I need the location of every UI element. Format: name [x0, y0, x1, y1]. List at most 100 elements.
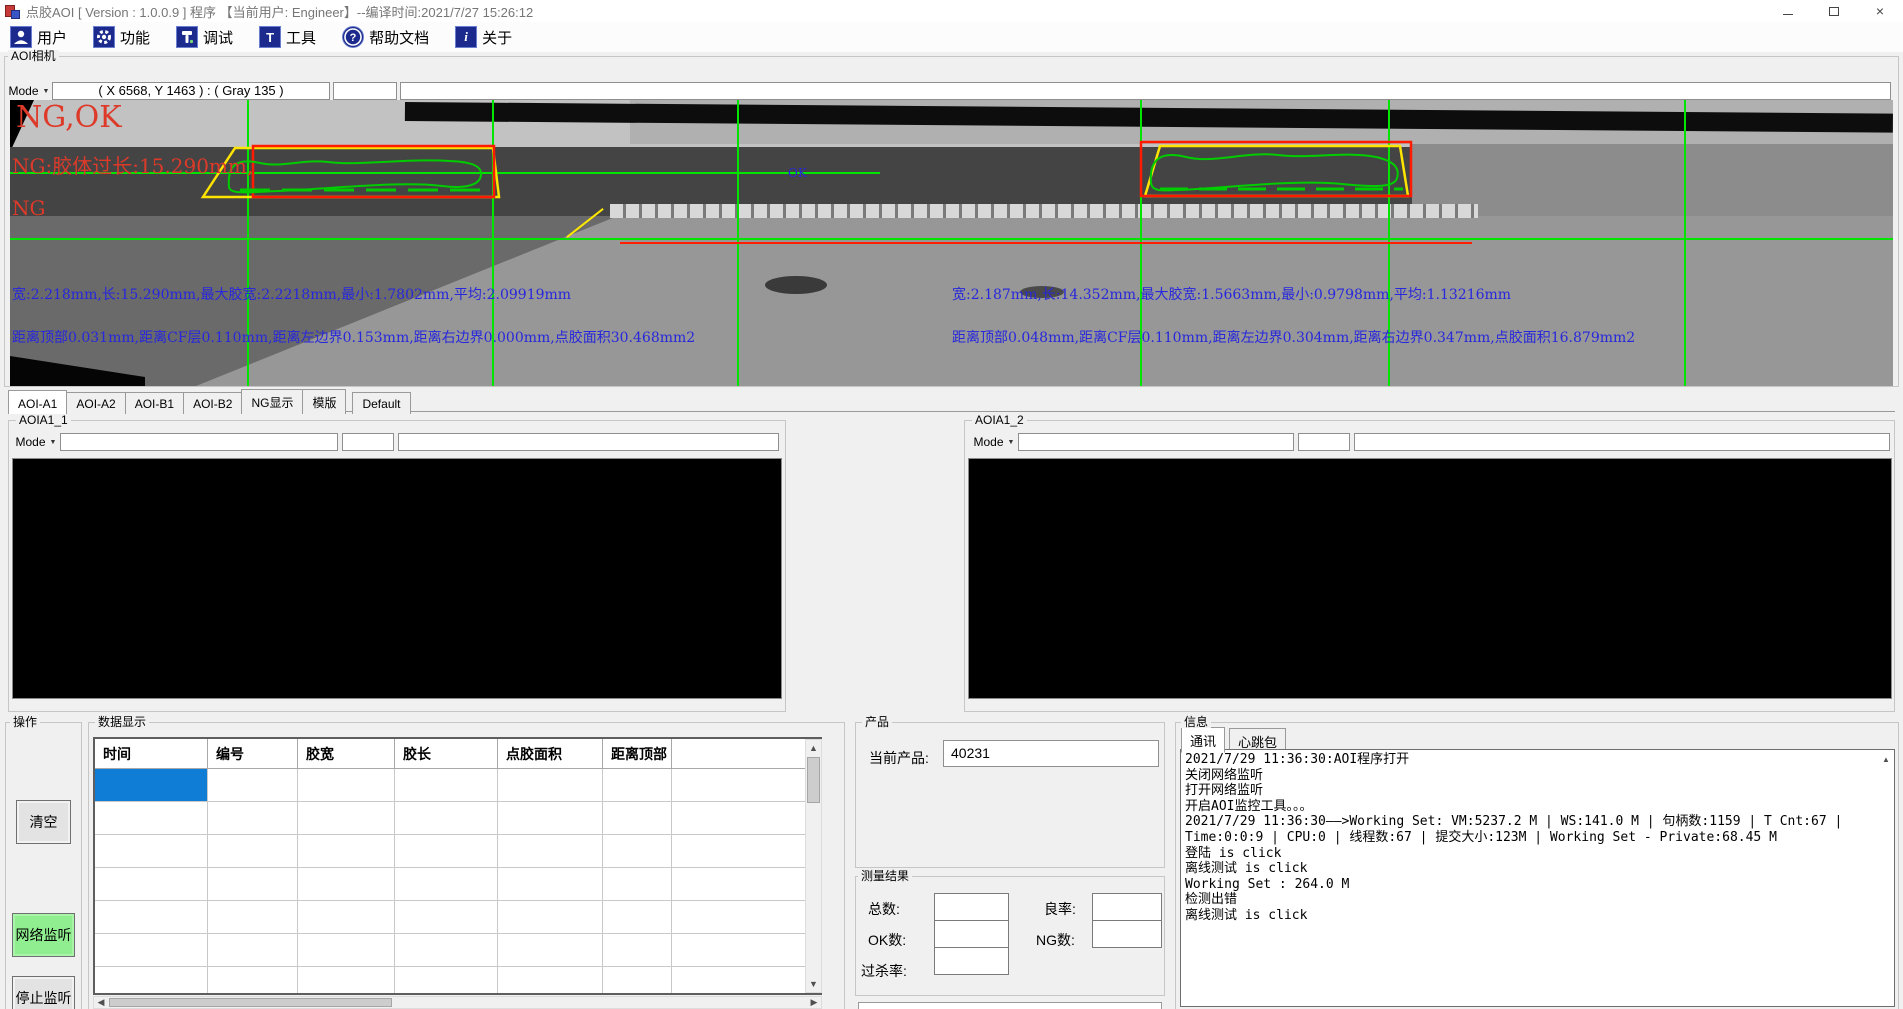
table-cell[interactable]: [603, 769, 672, 802]
table-cell[interactable]: [298, 967, 395, 995]
table-row[interactable]: [95, 802, 820, 835]
table-cell[interactable]: [395, 769, 498, 802]
panel1-mode-dropdown[interactable]: Mode▼: [14, 433, 58, 451]
panel1-image[interactable]: [12, 458, 782, 699]
toolbar-item-help[interactable]: ? 帮助文档: [342, 26, 429, 48]
table-cell[interactable]: [672, 934, 820, 967]
table-cell[interactable]: [208, 967, 298, 995]
panel2-image[interactable]: [968, 458, 1892, 699]
table-row[interactable]: [95, 835, 820, 868]
table-cell[interactable]: [498, 901, 603, 934]
tab-aoi-a2[interactable]: AOI-A2: [66, 392, 125, 414]
tab-aoi-b2[interactable]: AOI-B2: [183, 392, 242, 414]
comms-log[interactable]: 2021/7/29 11:36:30:AOI程序打开 关闭网络监听 打开网络监听…: [1180, 749, 1895, 1007]
tab-comms[interactable]: 通讯: [1181, 727, 1225, 753]
maximize-button[interactable]: [1811, 0, 1857, 22]
table-row[interactable]: [95, 901, 820, 934]
minimize-button[interactable]: [1765, 0, 1811, 22]
yield-field[interactable]: [1092, 893, 1162, 921]
table-cell[interactable]: [498, 835, 603, 868]
log-scroll-up-icon[interactable]: ▲: [1880, 753, 1892, 765]
table-cell[interactable]: [603, 934, 672, 967]
table-cell[interactable]: [672, 901, 820, 934]
table-cell[interactable]: [395, 835, 498, 868]
toolbar-item-user[interactable]: 用户: [10, 26, 67, 48]
pixel-readout-field[interactable]: ( X 6568, Y 1463 ) : ( Gray 135 ): [52, 82, 330, 100]
camera-image[interactable]: NG,OK NG:胶体过长:15.290mm, NG OK 宽:2.218mm,…: [10, 100, 1893, 386]
table-cell[interactable]: [298, 934, 395, 967]
tab-ng-display[interactable]: NG显示: [241, 389, 303, 414]
table-cell[interactable]: [498, 967, 603, 995]
table-cell[interactable]: [672, 967, 820, 995]
tab-aoi-a1[interactable]: AOI-A1: [8, 390, 67, 414]
panel2-field-1[interactable]: [1018, 433, 1294, 451]
table-cell[interactable]: [603, 835, 672, 868]
close-button[interactable]: ×: [1857, 0, 1903, 22]
tab-template[interactable]: 模版: [302, 389, 346, 414]
table-cell[interactable]: [95, 868, 208, 901]
toolbar-item-tools[interactable]: T 工具: [259, 26, 316, 48]
table-cell[interactable]: [95, 901, 208, 934]
table-cell[interactable]: [95, 802, 208, 835]
scroll-right-icon[interactable]: ▶: [807, 997, 821, 1008]
table-cell[interactable]: [298, 835, 395, 868]
table-cell[interactable]: [672, 769, 820, 802]
hscroll-thumb[interactable]: [109, 998, 392, 1007]
table-cell[interactable]: [95, 934, 208, 967]
clear-button[interactable]: 清空: [16, 800, 71, 844]
camera-mode-dropdown[interactable]: Mode▼: [8, 82, 50, 100]
table-cell[interactable]: [603, 967, 672, 995]
table-cell[interactable]: [672, 868, 820, 901]
col-glue-width[interactable]: 胶宽: [298, 739, 395, 769]
table-cell[interactable]: [395, 901, 498, 934]
scroll-down-icon[interactable]: ▼: [806, 976, 821, 992]
table-cell[interactable]: [298, 802, 395, 835]
table-cell[interactable]: [95, 835, 208, 868]
table-row[interactable]: [95, 934, 820, 967]
toolbar-item-about[interactable]: i 关于: [455, 26, 512, 48]
tab-aoi-b1[interactable]: AOI-B1: [125, 392, 184, 414]
table-cell[interactable]: [298, 901, 395, 934]
panel1-field-1[interactable]: [60, 433, 338, 451]
table-cell[interactable]: [395, 868, 498, 901]
table-row[interactable]: [95, 967, 820, 995]
toolbar-item-function[interactable]: 功能: [93, 26, 150, 48]
toolbar-item-debug[interactable]: 调试: [176, 26, 233, 48]
table-cell[interactable]: [298, 868, 395, 901]
stop-listen-button[interactable]: 停止监听: [12, 976, 75, 1009]
camera-field-3[interactable]: [400, 82, 1891, 100]
table-cell[interactable]: [498, 868, 603, 901]
table-cell[interactable]: [498, 769, 603, 802]
table-row[interactable]: [95, 769, 820, 802]
table-cell[interactable]: [395, 802, 498, 835]
table-cell[interactable]: [672, 835, 820, 868]
panel2-field-3[interactable]: [1354, 433, 1890, 451]
panel2-field-2[interactable]: [1298, 433, 1350, 451]
col-glue-area[interactable]: 点胶面积: [498, 739, 603, 769]
camera-field-2[interactable]: [333, 82, 397, 100]
table-cell[interactable]: [395, 967, 498, 995]
table-cell[interactable]: [672, 802, 820, 835]
table-vscrollbar[interactable]: ▲ ▼: [805, 739, 822, 993]
table-cell[interactable]: [603, 868, 672, 901]
table-cell[interactable]: [395, 934, 498, 967]
table-hscrollbar[interactable]: ◀ ▶: [93, 996, 822, 1009]
current-product-field[interactable]: 40231: [943, 740, 1159, 767]
panel1-field-2[interactable]: [342, 433, 394, 451]
table-cell[interactable]: [208, 769, 298, 802]
table-cell[interactable]: [95, 967, 208, 995]
col-dist-top[interactable]: 距离顶部: [603, 739, 672, 769]
ok-count-field[interactable]: [934, 920, 1009, 948]
selected-cell[interactable]: [95, 769, 208, 802]
col-time[interactable]: 时间: [95, 739, 208, 769]
network-listen-button[interactable]: 网络监听: [12, 913, 75, 957]
panel1-field-3[interactable]: [398, 433, 779, 451]
panel2-mode-dropdown[interactable]: Mode▼: [972, 433, 1016, 451]
tab-default[interactable]: Default: [352, 392, 410, 414]
col-glue-length[interactable]: 胶长: [395, 739, 498, 769]
table-cell[interactable]: [208, 835, 298, 868]
total-field[interactable]: [934, 893, 1009, 921]
table-cell[interactable]: [208, 934, 298, 967]
table-row[interactable]: [95, 868, 820, 901]
table-cell[interactable]: [208, 901, 298, 934]
